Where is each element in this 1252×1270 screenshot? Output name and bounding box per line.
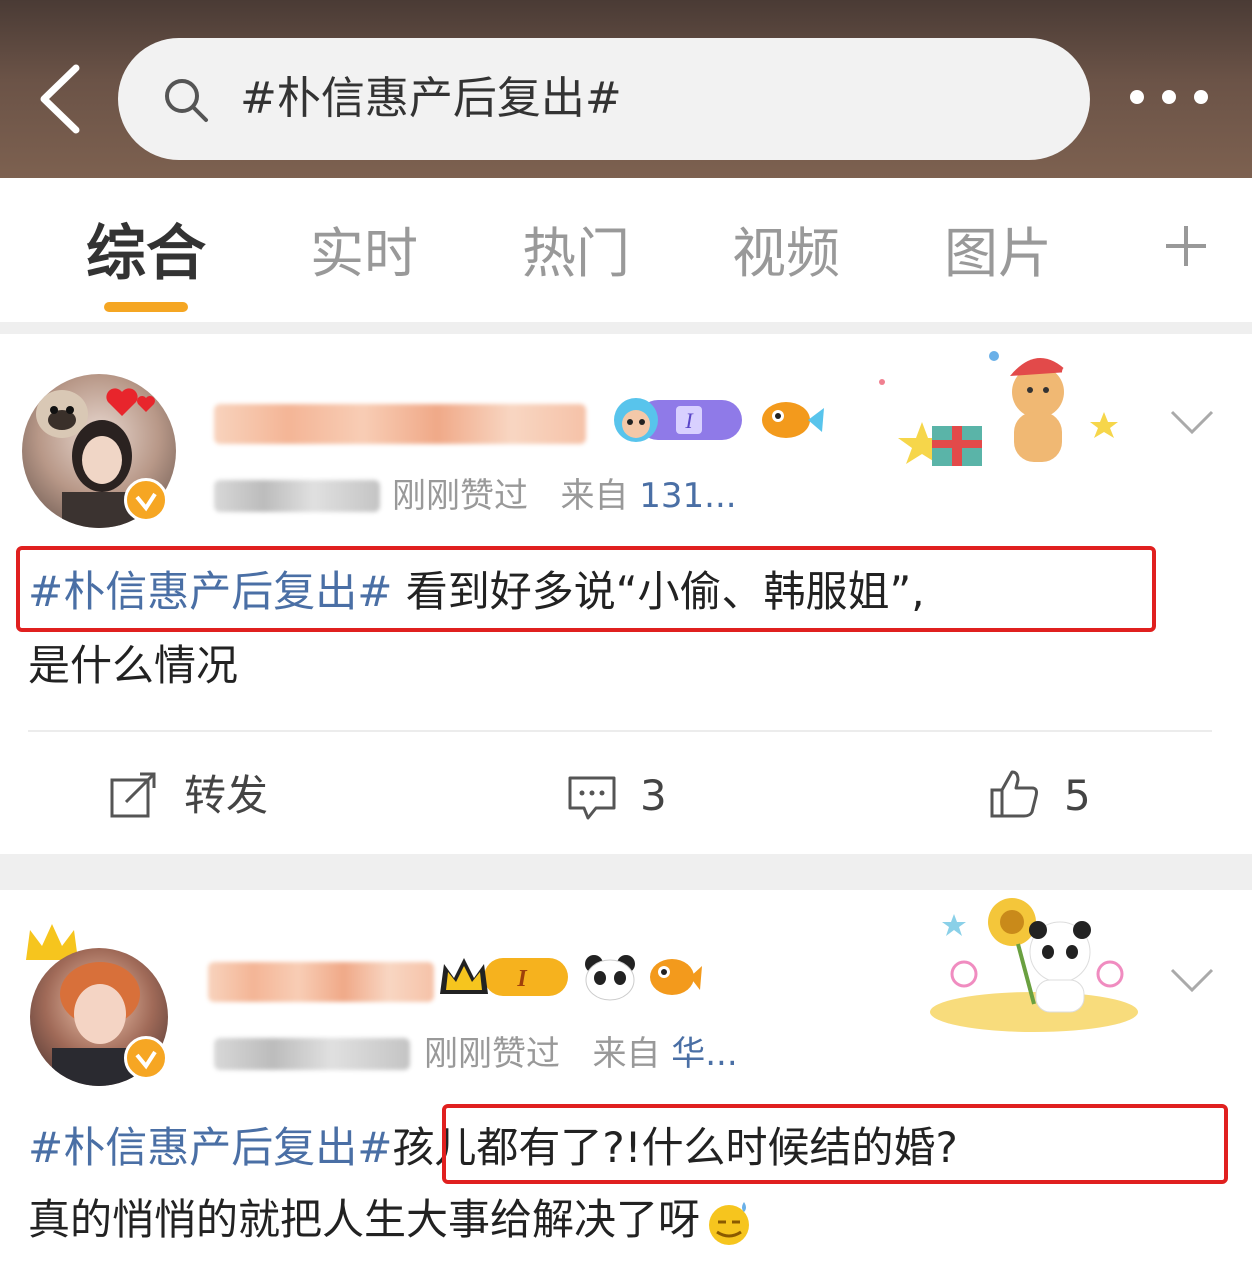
- more-options-icon[interactable]: [1130, 90, 1208, 104]
- post-meta: 刚刚赞过 来自 华...: [424, 1032, 738, 1076]
- post-text: 真的悄悄的就把人生大事给解决了呀: [28, 1195, 701, 1244]
- panda-sunflower-card-decoration: [930, 898, 1138, 1032]
- post-meta: 刚刚赞过 来自 131...: [392, 474, 737, 518]
- meta-blurred: [214, 1038, 410, 1070]
- source-device[interactable]: 131...: [639, 476, 736, 516]
- repost-label[interactable]: 转发: [184, 770, 268, 822]
- sweat-emoji-icon: [709, 1201, 750, 1245]
- source-label: 来自: [560, 476, 629, 516]
- divider: [28, 730, 1212, 732]
- tab-comprehensive[interactable]: 综合: [86, 222, 206, 286]
- username-blurred[interactable]: [214, 404, 586, 444]
- search-icon: [165, 79, 208, 122]
- post-card: I 刚刚赞过 来自 131... #朴信惠产后复出# 看到好多说“小偷、韩服姐”…: [0, 334, 1252, 854]
- verified-badge-icon: [124, 1036, 168, 1080]
- source-label: 来自: [592, 1034, 661, 1074]
- post-text-line2: 真的悄悄的就把人生大事给解决了呀: [28, 1186, 754, 1254]
- repost-icon[interactable]: [108, 770, 160, 822]
- vip-crown-badge-icon: I: [440, 958, 568, 996]
- verified-badge-icon: [124, 478, 168, 522]
- liked-status: 刚刚赞过: [392, 476, 528, 516]
- meta-blurred: [214, 480, 380, 512]
- comment-icon[interactable]: [566, 772, 618, 824]
- highlight-box: [442, 1104, 1228, 1184]
- highlight-box: [16, 546, 1156, 632]
- tab-video[interactable]: 视频: [732, 222, 840, 286]
- svg-text:I: I: [516, 966, 528, 992]
- tab-bar: 综合 实时 热门 视频 图片: [0, 178, 1252, 322]
- chevron-down-icon[interactable]: [1168, 408, 1216, 438]
- tab-hot[interactable]: 热门: [522, 222, 630, 286]
- post-text-line2: 是什么情况: [28, 641, 239, 690]
- heart-icon: [106, 388, 155, 416]
- tab-realtime[interactable]: 实时: [310, 222, 418, 286]
- gingerbread-card-decoration: [879, 351, 1118, 466]
- source-device[interactable]: 华...: [671, 1034, 737, 1074]
- back-icon[interactable]: [36, 62, 86, 136]
- comment-count[interactable]: 3: [640, 770, 667, 822]
- fish-badge-icon: [650, 959, 702, 995]
- top-bar: #朴信惠产后复出#: [0, 0, 1252, 178]
- search-bar[interactable]: #朴信惠产后复出#: [118, 38, 1090, 160]
- chevron-down-icon[interactable]: [1168, 966, 1216, 996]
- username-blurred[interactable]: [208, 962, 434, 1002]
- panda-icon: [585, 955, 635, 1001]
- liked-status: 刚刚赞过: [424, 1034, 560, 1074]
- like-icon[interactable]: [988, 768, 1040, 820]
- add-tab-icon[interactable]: [1162, 222, 1210, 270]
- search-query: #朴信惠产后复出#: [240, 73, 622, 124]
- like-count[interactable]: 5: [1064, 770, 1091, 822]
- active-tab-indicator: [104, 302, 188, 312]
- member-badge-icon: I: [614, 398, 742, 442]
- fish-badge-icon: [762, 402, 824, 438]
- post-card: I 刚刚赞过 来自 华... #朴信惠产后复出#孩儿都有了?!什么时候结的婚?: [0, 890, 1252, 1270]
- tab-pictures[interactable]: 图片: [944, 222, 1052, 286]
- section-separator: [0, 322, 1252, 334]
- section-separator: [0, 854, 1252, 890]
- hashtag-link[interactable]: #朴信惠产后复出#: [28, 1123, 392, 1172]
